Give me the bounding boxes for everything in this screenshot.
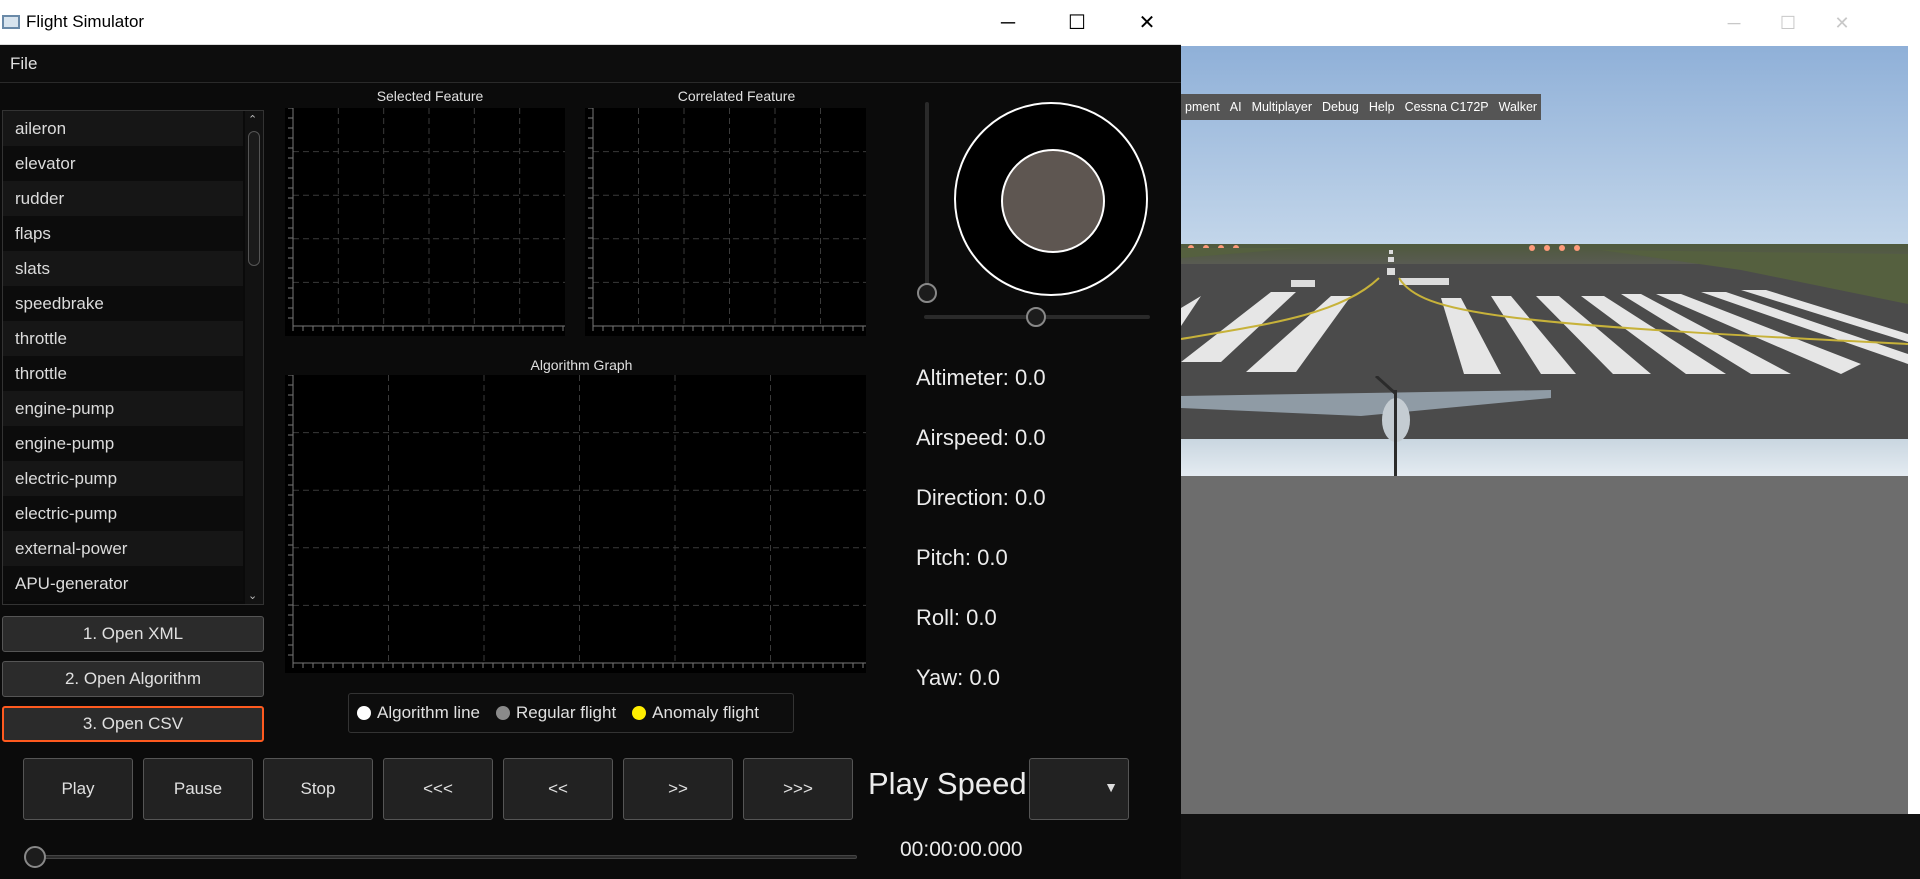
scroll-down-icon[interactable]: ⌄ — [248, 589, 257, 602]
forward-button[interactable]: >> — [623, 758, 733, 820]
maximize-button[interactable]: ☐ — [1057, 9, 1097, 37]
algorithm-graph-title: Algorithm Graph — [530, 357, 633, 373]
fg-menu-multiplayer[interactable]: Multiplayer — [1252, 100, 1312, 114]
list-item[interactable]: electric-pump — [3, 461, 243, 496]
fg-menu-equipment[interactable]: pment — [1185, 100, 1220, 114]
list-item[interactable]: elevator — [3, 146, 243, 181]
graph-legend: Algorithm line Regular flight Anomaly fl… — [348, 693, 794, 733]
list-item[interactable]: APU-generator — [3, 566, 243, 601]
joystick[interactable] — [954, 102, 1148, 296]
fg-maximize-button[interactable]: ☐ — [1773, 10, 1803, 36]
list-item[interactable]: electric-pump — [3, 496, 243, 531]
pitch-readout: Pitch: 0.0 — [916, 545, 1008, 570]
legend-regular-flight: Regular flight — [496, 703, 616, 723]
fg-menu-walker[interactable]: Walker — [1499, 100, 1537, 114]
list-item[interactable]: flaps — [3, 216, 243, 251]
forward-fast-button[interactable]: >>> — [743, 758, 853, 820]
play-button[interactable]: Play — [23, 758, 133, 820]
time-display: 00:00:00.000 — [900, 838, 1023, 861]
correlated-feature-title: Correlated Feature — [677, 88, 796, 104]
list-item[interactable]: external-power — [3, 531, 243, 566]
flightgear-titlebar: ─ ☐ ✕ — [1181, 0, 1920, 46]
white-dot-icon — [357, 706, 371, 720]
app-icon — [2, 15, 20, 29]
rudder-slider-thumb[interactable] — [1026, 307, 1046, 327]
stop-button[interactable]: Stop — [263, 758, 373, 820]
direction-readout: Direction: 0.0 — [916, 485, 1046, 510]
flightgear-bottom-edge — [1181, 814, 1920, 879]
flightgear-window: ─ ☐ ✕ pment AI Multiplayer Debug Help Ce… — [1181, 0, 1920, 879]
open-algorithm-button[interactable]: 2. Open Algorithm — [2, 661, 264, 697]
joystick-knob[interactable] — [1001, 149, 1105, 253]
list-item[interactable]: engine-pump — [3, 391, 243, 426]
list-item[interactable]: engine-pump — [3, 426, 243, 461]
flightgear-3d-view[interactable]: pment AI Multiplayer Debug Help Cessna C… — [1181, 46, 1908, 814]
cockpit-lower-area — [1181, 476, 1908, 814]
play-speed-select[interactable]: ▼ — [1029, 758, 1129, 820]
altimeter-readout: Altimeter: 0.0 — [916, 365, 1046, 390]
selected-feature-title: Selected Feature — [376, 88, 484, 104]
fg-minimize-button[interactable]: ─ — [1719, 10, 1749, 36]
legend-algorithm-line: Algorithm line — [357, 703, 480, 723]
open-csv-button[interactable]: 3. Open CSV — [2, 706, 264, 742]
fg-close-button[interactable]: ✕ — [1827, 10, 1857, 36]
window-title: Flight Simulator — [26, 12, 145, 31]
airspeed-readout: Airspeed: 0.0 — [916, 425, 1046, 450]
roll-readout: Roll: 0.0 — [916, 605, 997, 630]
open-xml-button[interactable]: 1. Open XML — [2, 616, 264, 652]
close-button[interactable]: ✕ — [1127, 9, 1167, 37]
fg-menu-help[interactable]: Help — [1369, 100, 1395, 114]
scroll-up-icon[interactable]: ⌃ — [248, 113, 257, 126]
flightgear-menubar[interactable]: pment AI Multiplayer Debug Help Cessna C… — [1181, 94, 1542, 120]
scroll-thumb[interactable] — [248, 131, 260, 266]
selected-feature-graph — [285, 108, 565, 336]
throttle-slider-thumb[interactable] — [917, 283, 937, 303]
list-item[interactable]: slats — [3, 251, 243, 286]
legend-label: Anomaly flight — [652, 703, 759, 722]
list-item[interactable]: throttle — [3, 321, 243, 356]
list-item[interactable]: throttle — [3, 356, 243, 391]
fg-menu-ai[interactable]: AI — [1230, 100, 1242, 114]
sky — [1181, 46, 1908, 246]
correlated-feature-graph — [585, 108, 866, 336]
yaw-readout: Yaw: 0.0 — [916, 665, 1000, 690]
rewind-button[interactable]: << — [503, 758, 613, 820]
timeline-slider-thumb[interactable] — [24, 846, 46, 868]
yellow-dot-icon — [632, 706, 647, 720]
dropdown-arrow-icon[interactable]: ▼ — [1104, 779, 1118, 795]
menubar: File — [0, 45, 1181, 83]
aircraft-wing — [1181, 376, 1551, 480]
legend-label: Algorithm line — [377, 703, 480, 722]
list-scrollbar[interactable]: ⌃ ⌄ — [245, 111, 263, 604]
flight-simulator-window: Flight Simulator ─ ☐ ✕ File aileron elev… — [0, 0, 1181, 879]
titlebar: Flight Simulator ─ ☐ ✕ — [0, 0, 1181, 45]
legend-label: Regular flight — [516, 703, 617, 722]
gray-dot-icon — [496, 706, 510, 720]
list-item[interactable]: speedbrake — [3, 286, 243, 321]
algorithm-graph — [285, 375, 866, 673]
rewind-fast-button[interactable]: <<< — [383, 758, 493, 820]
play-speed-label: Play Speed — [868, 766, 1027, 801]
timeline-slider-track[interactable] — [30, 855, 857, 859]
list-item[interactable]: rudder — [3, 181, 243, 216]
pause-button[interactable]: Pause — [143, 758, 253, 820]
throttle-slider-track[interactable] — [925, 102, 929, 294]
fg-menu-debug[interactable]: Debug — [1322, 100, 1359, 114]
fg-menu-cessna[interactable]: Cessna C172P — [1405, 100, 1489, 114]
feature-list[interactable]: aileron elevator rudder flaps slats spee… — [2, 110, 264, 605]
legend-anomaly-flight: Anomaly flight — [632, 703, 759, 723]
menu-file[interactable]: File — [10, 54, 37, 74]
list-item[interactable]: aileron — [3, 111, 243, 146]
minimize-button[interactable]: ─ — [988, 9, 1028, 37]
